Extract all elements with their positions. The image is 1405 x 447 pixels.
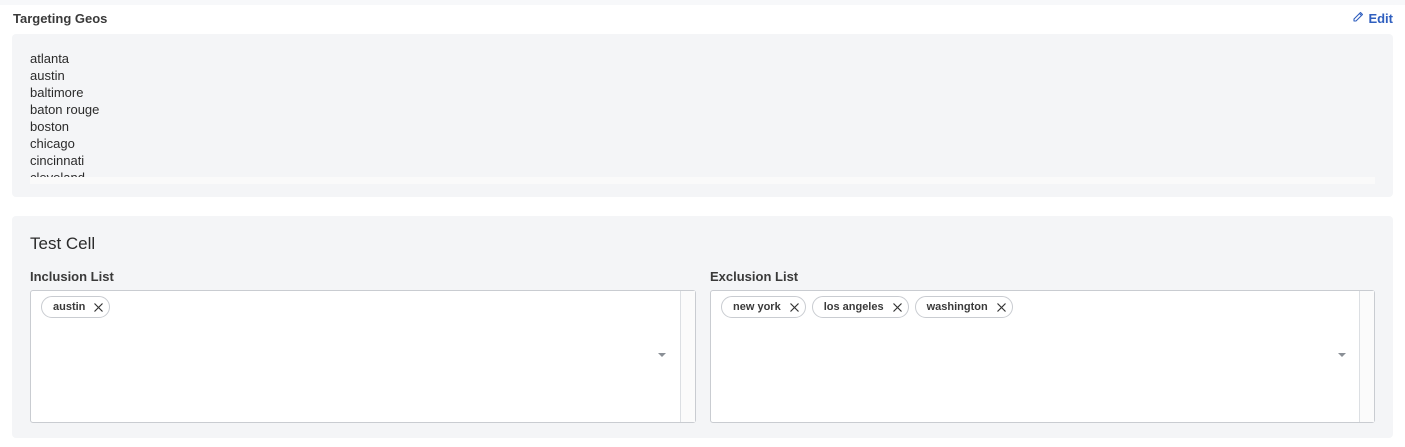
top-divider: [0, 0, 1405, 5]
vertical-scrollbar[interactable]: [680, 291, 695, 422]
chip-label: new york: [733, 301, 781, 313]
chevron-down-icon[interactable]: [1338, 353, 1346, 357]
geo-item: baltimore: [30, 85, 84, 100]
inclusion-chips: austin: [41, 296, 111, 318]
targeting-geos-panel[interactable]: atlanta austin baltimore baton rouge bos…: [12, 34, 1393, 197]
geo-item: chicago: [30, 136, 75, 151]
close-icon[interactable]: [93, 302, 104, 313]
exclusion-chips: new york los angeles washington: [721, 296, 1013, 318]
edit-label: Edit: [1368, 11, 1393, 26]
geo-item: cincinnati: [30, 153, 85, 168]
test-cell-title: Test Cell: [30, 234, 96, 253]
edit-button[interactable]: Edit: [1352, 11, 1393, 26]
geo-list: atlanta austin baltimore baton rouge bos…: [30, 50, 99, 186]
geo-item: atlanta: [30, 51, 70, 66]
geo-item: boston: [30, 119, 70, 134]
inclusion-list-select[interactable]: austin: [30, 290, 696, 423]
vertical-scrollbar[interactable]: [1359, 291, 1374, 422]
exclusion-list-select[interactable]: new york los angeles washington: [710, 290, 1375, 423]
close-icon[interactable]: [789, 302, 800, 313]
test-cell-panel: Test Cell Inclusion List austin Exclusio…: [12, 216, 1393, 438]
close-icon[interactable]: [892, 302, 903, 313]
geo-item: baton rouge: [30, 102, 100, 117]
horizontal-scrollbar[interactable]: [30, 177, 1375, 184]
chip-label: los angeles: [823, 301, 884, 313]
chip: los angeles: [811, 296, 909, 318]
inclusion-list-label: Inclusion List: [30, 269, 114, 284]
targeting-geos-title: Targeting Geos: [13, 11, 108, 26]
geo-item: austin: [30, 68, 65, 83]
chip-label: austin: [53, 301, 86, 313]
close-icon[interactable]: [996, 302, 1007, 313]
chip: austin: [41, 296, 111, 318]
chip: new york: [721, 296, 806, 318]
pencil-icon: [1352, 11, 1364, 26]
chip-label: washington: [926, 301, 988, 313]
chip: washington: [914, 296, 1013, 318]
chevron-down-icon[interactable]: [658, 353, 666, 357]
exclusion-list-label: Exclusion List: [710, 269, 799, 284]
